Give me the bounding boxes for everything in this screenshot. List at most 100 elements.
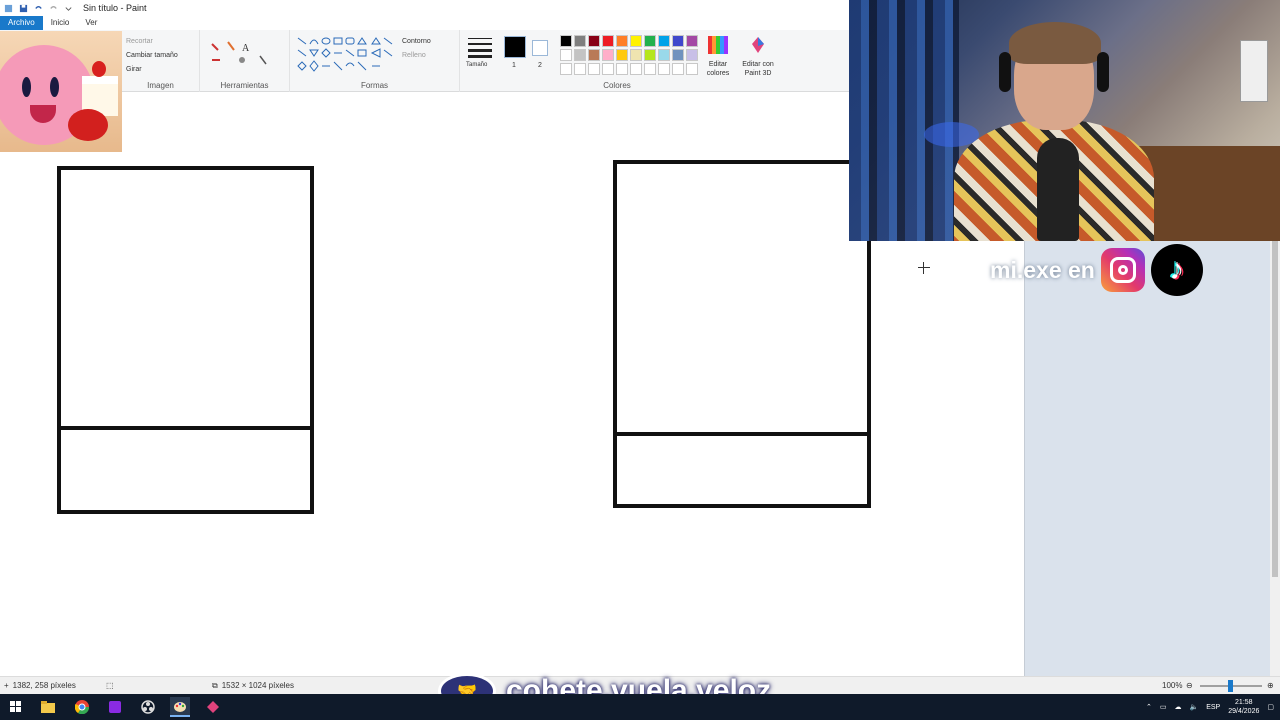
palette-swatch-11[interactable] xyxy=(574,49,586,61)
cloud-icon[interactable]: ☁ xyxy=(1174,703,1181,711)
system-tray: ⌃ ▭ ☁ 🔈 ESP 21:58 29/4/2026 ▢ xyxy=(1146,694,1280,720)
palette-swatch-14[interactable] xyxy=(616,49,628,61)
tools-icons[interactable]: A xyxy=(208,38,278,68)
media-app-icon[interactable] xyxy=(105,697,125,717)
palette-swatch-20[interactable] xyxy=(560,63,572,75)
kirby-eye-right xyxy=(50,77,59,97)
zoom-level: 100% xyxy=(1162,681,1183,690)
palette-swatch-3[interactable] xyxy=(602,35,614,47)
palette-swatch-8[interactable] xyxy=(672,35,684,47)
paint3d-taskbar-icon[interactable] xyxy=(203,697,223,717)
shapes-gallery[interactable] xyxy=(296,36,396,76)
svg-text:A: A xyxy=(242,43,250,54)
palette-swatch-28[interactable] xyxy=(672,63,684,75)
palette-swatch-0[interactable] xyxy=(560,35,572,47)
colors-group-label: Colores xyxy=(603,81,631,90)
tools-group-label: Herramientas xyxy=(220,81,269,90)
paint3d-icon[interactable] xyxy=(750,36,766,54)
zoom-slider-thumb[interactable] xyxy=(1228,680,1233,692)
palette-swatch-16[interactable] xyxy=(644,49,656,61)
clock-date: 29/4/2026 xyxy=(1228,708,1260,715)
cursor-position: + 1382, 258 píxeles xyxy=(4,681,76,690)
palette-swatch-5[interactable] xyxy=(630,35,642,47)
paint-taskbar-icon[interactable] xyxy=(170,697,190,717)
rotate-button[interactable]: Girar xyxy=(126,66,142,73)
palette-swatch-9[interactable] xyxy=(686,35,698,47)
palette-swatch-7[interactable] xyxy=(658,35,670,47)
palette-swatch-15[interactable] xyxy=(630,49,642,61)
palette-swatch-21[interactable] xyxy=(574,63,586,75)
crop-button[interactable]: Recortar xyxy=(126,38,153,45)
edit-colors-icon[interactable] xyxy=(708,36,728,54)
color1-swatch[interactable] xyxy=(504,36,526,58)
image-group: Recortar Cambiar tamaño Girar Imagen xyxy=(122,30,200,92)
social-banner: mi.exe en ♪ xyxy=(990,244,1203,296)
obs-icon[interactable] xyxy=(138,697,158,717)
edit-colors-button[interactable]: Editar colores xyxy=(700,60,736,78)
notifications-icon[interactable]: ▢ xyxy=(1267,703,1274,711)
window-title: Sin título - Paint xyxy=(83,3,147,13)
palette-swatch-26[interactable] xyxy=(644,63,656,75)
edit-paint3d-button[interactable]: Editar con Paint 3D xyxy=(738,60,778,78)
paint-window: Sin título - Paint Archivo Inicio Ver Re… xyxy=(0,0,1280,720)
microphone xyxy=(1037,138,1079,241)
color2-swatch[interactable] xyxy=(532,40,548,56)
resize-button[interactable]: Cambiar tamaño xyxy=(126,52,178,59)
file-explorer-icon[interactable] xyxy=(38,697,58,717)
color2-label: 2 xyxy=(538,62,542,69)
selection-size-icon: ⬚ xyxy=(106,681,114,690)
taskbar: ⌃ ▭ ☁ 🔈 ESP 21:58 29/4/2026 ▢ xyxy=(0,694,1280,720)
palette-swatch-29[interactable] xyxy=(686,63,698,75)
palette-swatch-17[interactable] xyxy=(658,49,670,61)
clock[interactable]: 21:58 29/4/2026 xyxy=(1228,698,1259,716)
chevron-down-icon[interactable] xyxy=(64,4,73,13)
windows-start-icon[interactable] xyxy=(6,697,26,717)
zoom-out-icon[interactable]: ⊖ xyxy=(1186,681,1193,690)
chrome-icon[interactable] xyxy=(72,697,92,717)
kirby-thumbnail xyxy=(0,31,122,152)
card-frame-right xyxy=(613,160,871,508)
headset-right xyxy=(1097,52,1109,92)
webcam-poster xyxy=(1240,40,1268,102)
palette-swatch-23[interactable] xyxy=(602,63,614,75)
tab-inicio[interactable]: Inicio xyxy=(43,16,78,30)
save-icon[interactable] xyxy=(19,4,28,13)
zoom-in-icon[interactable]: ⊕ xyxy=(1267,681,1274,690)
social-text: mi.exe en xyxy=(990,256,1095,283)
tab-ver[interactable]: Ver xyxy=(77,16,105,30)
undo-icon[interactable] xyxy=(34,4,43,13)
fill-dropdown[interactable]: Relleno xyxy=(402,52,426,59)
tools-group: A Herramientas xyxy=(200,30,290,92)
instagram-icon xyxy=(1100,248,1145,292)
palette-swatch-6[interactable] xyxy=(644,35,656,47)
palette-swatch-24[interactable] xyxy=(616,63,628,75)
palette-swatch-1[interactable] xyxy=(574,35,586,47)
cursor-pos-icon: + xyxy=(4,681,9,690)
canvas-size: ⧉ 1532 × 1024 píxeles xyxy=(212,681,294,691)
palette-swatch-19[interactable] xyxy=(686,49,698,61)
network-icon[interactable]: ▭ xyxy=(1160,703,1167,711)
palette-swatch-25[interactable] xyxy=(630,63,642,75)
palette-swatch-12[interactable] xyxy=(588,49,600,61)
palette-swatch-18[interactable] xyxy=(672,49,684,61)
tiktok-icon: ♪ xyxy=(1150,244,1203,296)
strawberry xyxy=(92,61,106,77)
redo-icon[interactable] xyxy=(49,4,58,13)
chevron-up-icon[interactable]: ⌃ xyxy=(1146,703,1152,711)
tab-archivo[interactable]: Archivo xyxy=(0,16,43,30)
palette-swatch-2[interactable] xyxy=(588,35,600,47)
palette-swatch-27[interactable] xyxy=(658,63,670,75)
size-label: Tamaño xyxy=(466,62,488,68)
size-lines-icon[interactable] xyxy=(468,36,492,58)
language-indicator[interactable]: ESP xyxy=(1206,704,1220,711)
shapes-group-label: Formas xyxy=(360,81,389,90)
palette-swatch-22[interactable] xyxy=(588,63,600,75)
palette-swatch-13[interactable] xyxy=(602,49,614,61)
kirby-hand xyxy=(68,109,108,141)
outline-dropdown[interactable]: Contorno xyxy=(402,38,431,45)
palette-swatch-4[interactable] xyxy=(616,35,628,47)
palette-swatch-10[interactable] xyxy=(560,49,572,61)
card-frame-left xyxy=(57,166,314,514)
kirby-eye-left xyxy=(22,77,31,97)
volume-icon[interactable]: 🔈 xyxy=(1189,703,1198,711)
